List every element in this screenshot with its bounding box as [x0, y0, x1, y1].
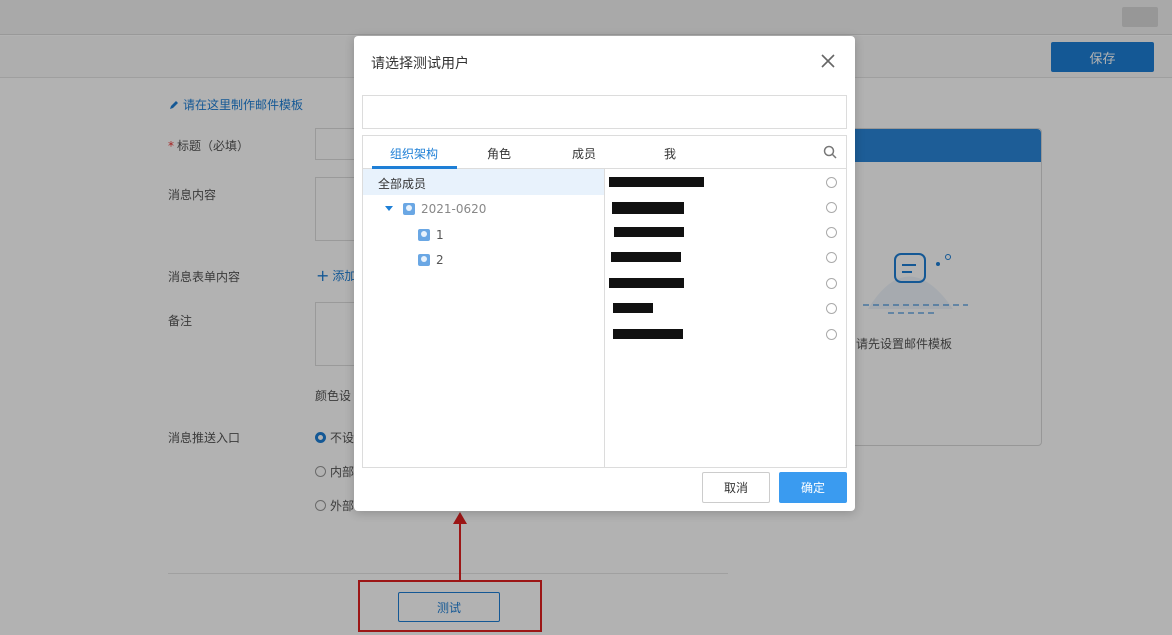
search-icon[interactable]: [823, 145, 837, 159]
tab-me[interactable]: 我: [664, 145, 676, 162]
tree-node-child[interactable]: 1: [418, 228, 444, 242]
select-test-user-dialog: 请选择测试用户 组织架构 角色 成员 我 全部成员 2021-0620 1 2: [354, 36, 855, 511]
confirm-button[interactable]: 确定: [779, 472, 847, 503]
tab-members[interactable]: 成员: [572, 145, 596, 162]
radio-icon[interactable]: [826, 177, 837, 188]
redacted-name: [612, 202, 684, 214]
tab-org-structure[interactable]: 组织架构: [390, 145, 438, 162]
redacted-name: [614, 227, 684, 237]
user-picker: 组织架构 角色 成员 我 全部成员 2021-0620 1 2: [362, 135, 847, 468]
radio-icon[interactable]: [826, 278, 837, 289]
close-icon[interactable]: [818, 51, 838, 71]
selected-users-box[interactable]: [362, 95, 847, 129]
redacted-name: [613, 329, 683, 339]
all-members-item[interactable]: 全部成员: [363, 169, 604, 195]
member-list-pane: [606, 169, 846, 467]
org-icon: [418, 254, 430, 266]
radio-icon[interactable]: [826, 202, 837, 213]
org-tree-pane: 全部成员 2021-0620 1 2: [363, 169, 605, 467]
tree-node-child[interactable]: 2: [418, 253, 444, 267]
dialog-title: 请选择测试用户: [371, 56, 469, 72]
member-row[interactable]: [606, 322, 846, 347]
org-icon: [418, 229, 430, 241]
member-row[interactable]: [606, 245, 846, 270]
member-row[interactable]: [606, 170, 846, 195]
member-row[interactable]: [606, 271, 846, 296]
member-row[interactable]: [606, 220, 846, 245]
redacted-name: [609, 278, 684, 288]
radio-icon[interactable]: [826, 227, 837, 238]
tab-roles[interactable]: 角色: [487, 145, 511, 162]
radio-icon[interactable]: [826, 303, 837, 314]
redacted-name: [613, 303, 653, 313]
picker-tabs: 组织架构 角色 成员 我: [363, 136, 846, 169]
org-icon: [403, 203, 415, 215]
member-row[interactable]: [606, 195, 846, 220]
radio-icon[interactable]: [826, 329, 837, 340]
tree-node-root[interactable]: 2021-0620: [385, 202, 486, 216]
member-row[interactable]: [606, 296, 846, 321]
caret-down-icon: [385, 206, 393, 211]
redacted-name: [611, 252, 681, 262]
cancel-button[interactable]: 取消: [702, 472, 770, 503]
redacted-name: [609, 177, 704, 187]
radio-icon[interactable]: [826, 252, 837, 263]
